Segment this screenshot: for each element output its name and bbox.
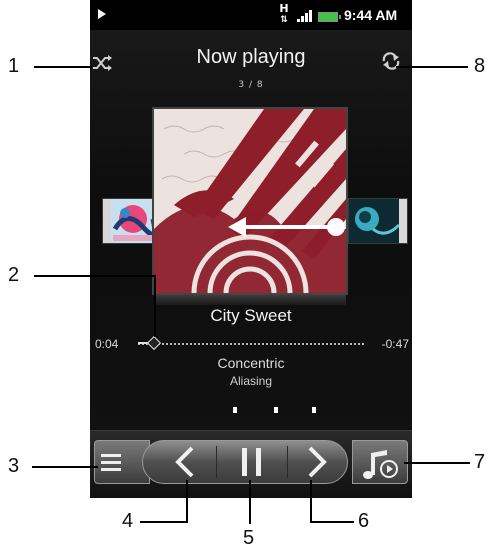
previous-button[interactable] <box>156 440 214 484</box>
status-time: 9:44 AM <box>344 7 398 23</box>
seek-bar-handle[interactable] <box>146 335 162 351</box>
library-button[interactable] <box>352 440 408 484</box>
callout-line <box>34 275 156 277</box>
callout-label: 3 <box>8 455 20 477</box>
callout-line <box>140 521 188 523</box>
previous-icon <box>175 446 194 478</box>
callout-line <box>404 462 470 464</box>
data-transfer-icon: H ⇅ <box>279 2 289 25</box>
music-library-icon <box>363 450 398 479</box>
page-indicator-dot <box>274 407 278 413</box>
callout-line <box>249 480 251 524</box>
callout-line <box>186 480 188 523</box>
callout-line <box>310 480 312 523</box>
page-indicator-dot <box>233 407 237 413</box>
track-position: 3 / 8 <box>238 80 264 90</box>
callout-line <box>32 466 98 468</box>
callout-label: 5 <box>243 527 255 549</box>
page-title: Now playing <box>196 46 306 68</box>
album-name: Aliasing <box>229 374 273 388</box>
next-icon <box>308 446 327 478</box>
album-art-image <box>349 199 407 243</box>
signal-icon <box>297 10 313 22</box>
album-art[interactable] <box>152 107 348 295</box>
pause-icon <box>242 448 261 476</box>
swipe-gesture-arrow-icon <box>228 217 345 237</box>
callout-line <box>34 66 92 68</box>
callout-label: 6 <box>358 510 370 532</box>
song-title: City Sweet <box>210 306 292 325</box>
previous-album-art[interactable] <box>102 198 154 244</box>
callout-label: 1 <box>8 55 20 77</box>
next-button[interactable] <box>288 440 346 484</box>
pause-button[interactable] <box>218 440 286 484</box>
data-indicator: H <box>279 2 289 15</box>
callout-label: 4 <box>122 510 134 532</box>
phone-screen: H ⇅ 9:44 AM Now playing 3 / 8 City Sweet… <box>90 0 412 498</box>
page-indicator-dot <box>312 407 316 413</box>
callout-label: 8 <box>474 55 486 77</box>
next-album-art[interactable] <box>348 198 408 244</box>
album-art-reflection <box>154 295 346 305</box>
album-art-image <box>103 199 153 243</box>
remaining-time: -0:47 <box>381 337 409 351</box>
album-art-image <box>154 109 346 293</box>
callout-line <box>154 275 156 337</box>
callout-label: 7 <box>474 451 486 473</box>
callout-line <box>310 521 354 523</box>
play-icon <box>98 9 106 19</box>
status-bar: H ⇅ 9:44 AM <box>90 0 412 30</box>
separator <box>216 446 217 478</box>
callout-line <box>396 66 468 68</box>
battery-icon <box>318 12 341 22</box>
artist-name: Concentric <box>217 355 285 371</box>
seek-bar[interactable] <box>138 343 364 345</box>
elapsed-time: 0:04 <box>95 337 119 351</box>
callout-label: 2 <box>8 264 20 286</box>
